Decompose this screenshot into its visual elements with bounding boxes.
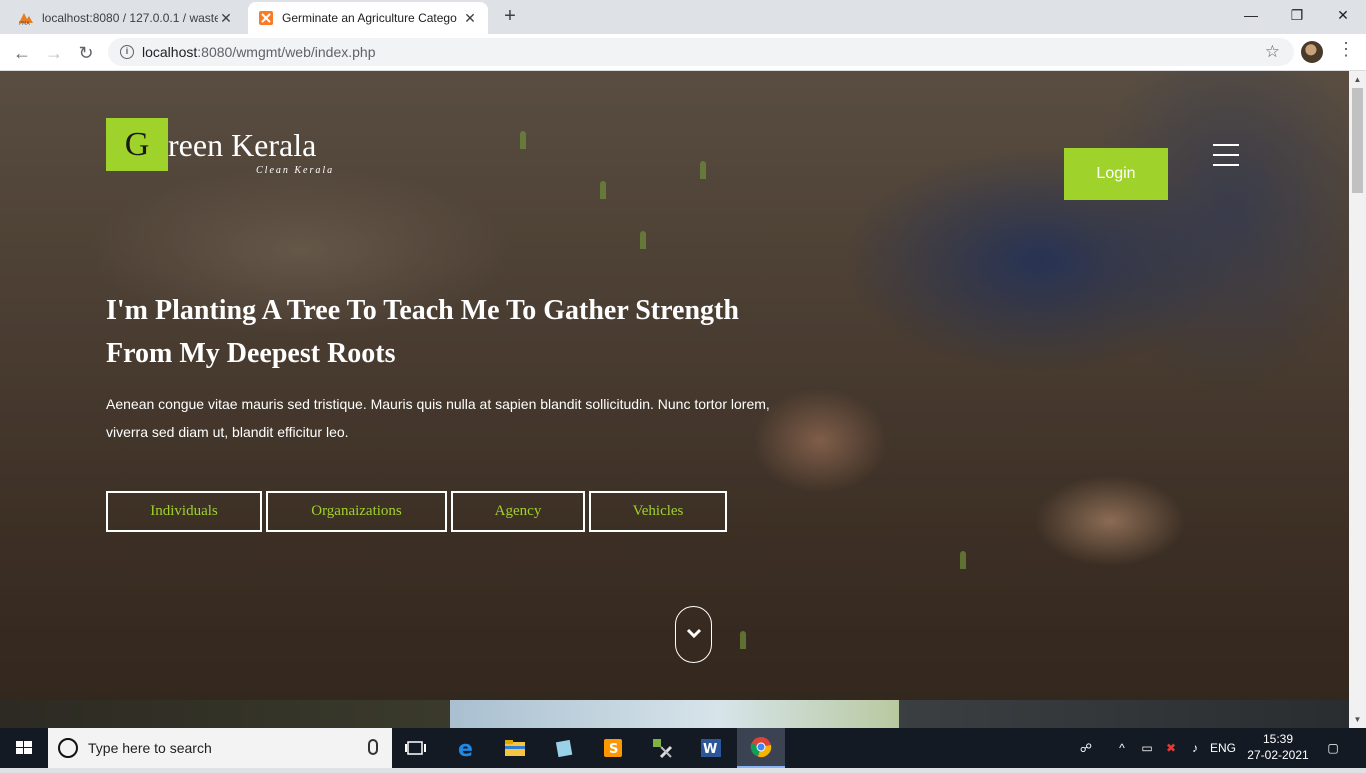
logo-letter: G bbox=[106, 118, 168, 171]
clock-time: 15:39 bbox=[1262, 732, 1294, 746]
show-hidden-icons-chevron-icon[interactable]: ^ bbox=[1112, 728, 1132, 768]
sprout bbox=[960, 551, 966, 569]
taskbar-search-box[interactable]: Type here to search bbox=[48, 728, 392, 768]
scroll-down-arrow-icon[interactable]: ▼ bbox=[1349, 711, 1366, 728]
restore-icon[interactable]: ❐ bbox=[1274, 0, 1320, 30]
sprout bbox=[700, 161, 706, 179]
language-indicator[interactable]: ENG bbox=[1208, 728, 1238, 768]
category-agency-button[interactable]: Agency bbox=[451, 491, 585, 532]
site-info-icon[interactable]: i bbox=[120, 45, 134, 59]
new-tab-button[interactable]: + bbox=[498, 5, 522, 29]
close-tab-icon[interactable]: ✕ bbox=[462, 10, 478, 26]
phpmyadmin-icon: PMA bbox=[18, 10, 34, 27]
browser-tab-strip: PMA localhost:8080 / 127.0.0.1 / waste ✕… bbox=[0, 0, 1366, 34]
svg-text:PMA: PMA bbox=[19, 21, 30, 26]
minimize-icon[interactable]: — bbox=[1228, 0, 1274, 30]
task-view-icon[interactable] bbox=[392, 728, 440, 768]
category-individuals-button[interactable]: Individuals bbox=[106, 491, 262, 532]
login-button[interactable]: Login bbox=[1064, 148, 1168, 200]
search-placeholder: Type here to search bbox=[88, 740, 212, 756]
cortana-icon bbox=[58, 738, 78, 758]
back-icon[interactable]: ← bbox=[8, 39, 36, 67]
tools-app-icon[interactable] bbox=[638, 728, 686, 768]
sprout bbox=[520, 131, 526, 149]
scroll-thumb[interactable] bbox=[1352, 88, 1363, 193]
url-path: :8080/wmgmt/web/index.php bbox=[197, 44, 376, 60]
reload-icon[interactable]: ↻ bbox=[72, 39, 100, 67]
sprout bbox=[600, 181, 606, 199]
microphone-icon[interactable] bbox=[368, 739, 378, 755]
bookmark-star-icon[interactable]: ☆ bbox=[1265, 42, 1280, 62]
start-windows-icon[interactable] bbox=[0, 728, 48, 768]
scroll-up-arrow-icon[interactable]: ▲ bbox=[1349, 71, 1366, 88]
svg-text:e: e bbox=[458, 737, 473, 759]
address-bar[interactable]: i localhost:8080/wmgmt/web/index.php ☆ bbox=[108, 38, 1294, 66]
sprout bbox=[740, 631, 746, 649]
close-tab-icon[interactable]: ✕ bbox=[218, 10, 234, 26]
next-section-image bbox=[899, 700, 1349, 728]
volume-icon[interactable]: ♪ bbox=[1184, 728, 1206, 768]
browser-toolbar: ← → ↻ i localhost:8080/wmgmt/web/index.p… bbox=[0, 34, 1366, 71]
edge-browser-icon[interactable]: e bbox=[443, 728, 491, 768]
windows-taskbar: Type here to search e S W ☍ ^ ▭ ✖ ♪ ENG … bbox=[0, 728, 1366, 768]
notifications-icon[interactable]: ▢ bbox=[1318, 728, 1348, 768]
sublime-text-icon[interactable]: S bbox=[589, 728, 637, 768]
tab-title: localhost:8080 / 127.0.0.1 / waste bbox=[42, 11, 218, 25]
logo-text: reen Kerala bbox=[168, 127, 317, 163]
people-icon[interactable]: ☍ bbox=[1074, 728, 1098, 768]
category-organizations-button[interactable]: Organaizations bbox=[266, 491, 447, 532]
tab-phpmyadmin[interactable]: PMA localhost:8080 / 127.0.0.1 / waste ✕ bbox=[8, 2, 244, 34]
forward-icon[interactable]: → bbox=[40, 39, 68, 67]
file-explorer-icon[interactable] bbox=[491, 728, 539, 768]
next-section-image bbox=[0, 700, 450, 728]
next-section-image bbox=[450, 700, 899, 728]
profile-avatar[interactable] bbox=[1301, 41, 1323, 63]
hero-section: G reen Kerala Clean Kerala Login I'm Pla… bbox=[0, 71, 1349, 728]
close-window-icon[interactable]: ✕ bbox=[1320, 0, 1366, 30]
scroll-down-button[interactable] bbox=[675, 606, 712, 663]
logo-tagline: Clean Kerala bbox=[256, 165, 335, 176]
battery-icon[interactable]: ▭ bbox=[1136, 728, 1158, 768]
svg-text:S: S bbox=[609, 742, 618, 757]
hero-lead: Aenean congue vitae mauris sed tristique… bbox=[106, 396, 770, 440]
hamburger-menu-icon[interactable] bbox=[1213, 144, 1239, 166]
network-disconnected-icon[interactable]: ✖ bbox=[1160, 728, 1182, 768]
category-vehicles-button[interactable]: Vehicles bbox=[589, 491, 727, 532]
url-host: localhost bbox=[142, 44, 198, 60]
hero-headline: I'm Planting A Tree To Teach Me To Gathe… bbox=[106, 295, 739, 369]
page-scrollbar[interactable]: ▲ ▼ bbox=[1349, 71, 1366, 728]
menu-kebab-icon[interactable]: ⋮ bbox=[1336, 39, 1356, 60]
notepad-app-icon[interactable] bbox=[540, 728, 588, 768]
chevron-down-icon bbox=[686, 628, 702, 639]
chrome-app-icon[interactable] bbox=[737, 728, 785, 768]
svg-text:W: W bbox=[703, 742, 717, 757]
tab-green-kerala[interactable]: Germinate an Agriculture Catego ✕ bbox=[248, 2, 488, 34]
clock-date: 27-02-2021 bbox=[1247, 748, 1309, 762]
xampp-icon bbox=[258, 10, 274, 26]
taskbar-clock[interactable]: 15:39 27-02-2021 bbox=[1240, 731, 1316, 763]
tab-title: Germinate an Agriculture Catego bbox=[282, 11, 457, 25]
sprout bbox=[640, 231, 646, 249]
word-app-icon[interactable]: W bbox=[687, 728, 735, 768]
